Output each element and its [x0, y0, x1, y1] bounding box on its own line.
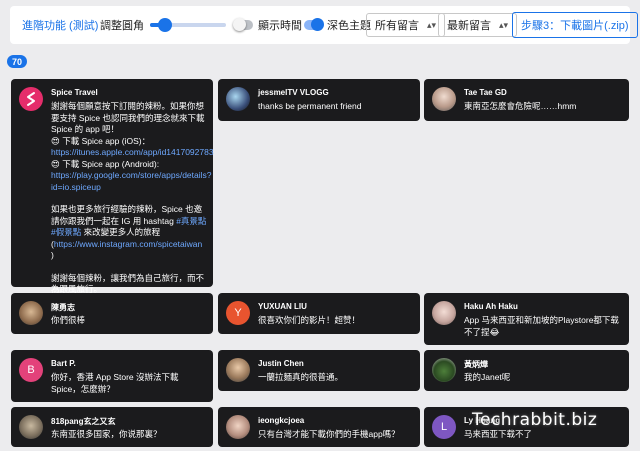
photo-avatar-icon — [19, 415, 43, 439]
comment-text: 东南亚很多国家，你说那裏？ — [51, 429, 162, 439]
sort-select[interactable]: 最新留言 ▴▾ — [438, 13, 518, 37]
comment-card: jessmelTV VLOGG thanks be permanent frie… — [218, 79, 420, 121]
comment-line: 謝謝每個願意按下訂閱的辣粉。如果你想要支持 Spice 也認同我們的理念就來下載… — [51, 101, 205, 134]
spice-logo-icon — [19, 87, 43, 111]
toolbar: 進階功能 (測試) 調整圓角 顯示時間 深色主題 所有留言 ▴▾ 最新留言 ▴▾… — [10, 6, 638, 44]
commenter-name: Haku Ah Haku — [464, 302, 518, 311]
commenter-name: jessmelTV VLOGG — [258, 88, 329, 97]
filter-select-value: 所有留言 — [375, 20, 419, 32]
commenter-name: 黃炳燁 — [464, 360, 488, 369]
comment-card: Spice Travel 謝謝每個願意按下訂閱的辣粉。如果你想要支持 Spice… — [11, 79, 214, 294]
comment-card: 黃炳燁 我的Janet呢 — [424, 350, 629, 391]
comment-card: Haku Ah Haku App 马来西亚和新加坡的Playstore都下载不了… — [424, 293, 629, 345]
comment-card: Y YUXUAN LIU 很喜欢你们的影片！超赞！ — [218, 293, 420, 334]
letter-avatar: Y — [226, 301, 250, 325]
updown-caret-icon: ▴▾ — [499, 19, 509, 30]
comment-text: 只有台灣才能下載你們的手機app嗎？ — [258, 429, 400, 439]
comment-text: 一蘭拉麵真的很普通。 — [258, 372, 344, 382]
comment-line: 如果也更多旅行經驗的辣粉，Spice 也邀請你跟我們一起在 IG 用 hasht… — [51, 204, 207, 239]
advanced-features-link[interactable]: 進階功能 (測試) — [22, 6, 98, 44]
comment-text: 很喜欢你们的影片！超赞！ — [258, 315, 361, 325]
commenter-name: ieongkcjoea — [258, 416, 305, 425]
dark-theme-switch[interactable] — [304, 18, 324, 31]
commenter-name: 818pang玄之又玄 — [51, 417, 116, 426]
comment-text: 马来西亚下载不了 — [464, 429, 533, 439]
comment-card: 818pang玄之又玄 东南亚很多国家，你说那裏？ — [11, 407, 213, 447]
comment-text: 東南亞怎麼會危險呢……hmm — [464, 101, 577, 111]
comment-line: (https://www.instagram.com/spicetaiwan ) — [51, 239, 207, 262]
commenter-name: YUXUAN LIU — [258, 302, 307, 311]
photo-avatar-icon — [226, 415, 250, 439]
updown-caret-icon: ▴▾ — [427, 19, 437, 30]
download-zip-button[interactable]: 步驟3：下載圖片(.zip) — [512, 12, 638, 38]
slider-thumb[interactable] — [158, 18, 173, 32]
comment-card: Justin Chen 一蘭拉麵真的很普通。 — [218, 350, 420, 391]
photo-avatar-icon — [19, 301, 43, 325]
slider-track[interactable] — [150, 18, 226, 32]
comment-text: App 马来西亚和新加坡的Playstore都下载不了捏😂 — [464, 315, 619, 337]
comment-text: thanks be permanent friend — [258, 101, 362, 111]
radius-slider[interactable] — [150, 6, 230, 44]
comment-text: 你們很棒 — [51, 315, 86, 325]
show-time-switch[interactable] — [233, 18, 253, 31]
comment-line-text: 來改變更多人的旅程 — [83, 227, 161, 237]
comment-card: ieongkcjoea 只有台灣才能下載你們的手機app嗎？ — [218, 407, 420, 447]
paren-text: ) — [51, 250, 54, 260]
commenter-name: 陳勇志 — [51, 303, 75, 312]
instagram-link[interactable]: https://www.instagram.com/spicetaiwan — [54, 239, 202, 249]
comment-line: 😍 下載 Spice app (iOS)： — [51, 135, 151, 146]
photo-avatar-icon — [226, 87, 250, 111]
letter-avatar: B — [19, 358, 43, 382]
comment-count-badge: 70 — [7, 55, 27, 68]
dark-theme-toggle[interactable]: 深色主題 — [304, 6, 371, 44]
ios-app-link[interactable]: https://itunes.apple.com/app/id141709278… — [51, 147, 214, 159]
letter-avatar: L — [432, 415, 456, 439]
commenter-name: Tae Tae GD — [464, 88, 507, 97]
sort-select-value: 最新留言 — [447, 20, 491, 32]
commenter-name: Justin Chen — [258, 359, 304, 368]
dark-theme-label: 深色主題 — [327, 20, 371, 32]
photo-avatar-icon — [226, 358, 250, 382]
radius-label: 調整圓角 — [100, 20, 144, 32]
android-app-link[interactable]: https://play.google.com/store/apps/detai… — [51, 170, 212, 193]
comment-card: B Bart P. 你好，香港 App Store 沒辦法下載 Spice，怎麼… — [11, 350, 213, 402]
show-time-toggle[interactable]: 顯示時間 — [233, 6, 302, 44]
watermark-text: Techrabbit.biz — [472, 410, 598, 430]
commenter-name: Bart P. — [51, 359, 76, 368]
commenter-name: Spice Travel — [51, 88, 98, 97]
photo-avatar-icon — [432, 358, 456, 382]
show-time-label: 顯示時間 — [258, 20, 302, 32]
comment-text: 謝謝每個願意按下訂閱的辣粉。如果你想要支持 Spice 也認同我們的理念就來下載… — [51, 101, 214, 296]
comment-card: 陳勇志 你們很棒 — [11, 293, 213, 334]
comment-card: Tae Tae GD 東南亞怎麼會危險呢……hmm — [424, 79, 629, 121]
comment-text: 我的Janet呢 — [464, 372, 511, 382]
photo-avatar-icon — [432, 301, 456, 325]
photo-avatar-icon — [432, 87, 456, 111]
comment-text: 你好，香港 App Store 沒辦法下載 Spice，怎麼辦？ — [51, 372, 179, 394]
comment-line: 😍 下載 Spice app (Android): — [51, 158, 160, 169]
filter-select[interactable]: 所有留言 ▴▾ — [366, 13, 446, 37]
